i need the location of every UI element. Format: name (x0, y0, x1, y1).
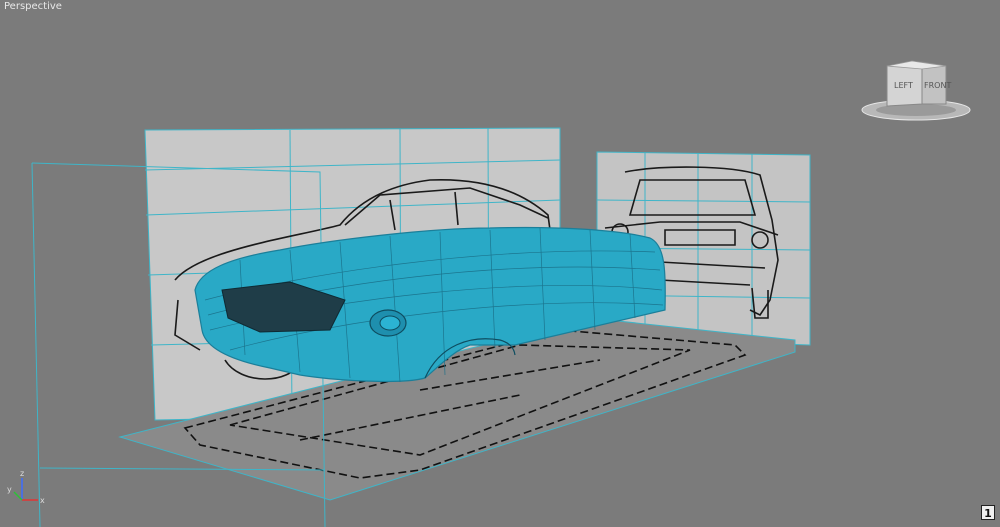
perspective-viewport[interactable]: Perspective LEFT FRONT z x y 1 (0, 0, 1000, 527)
viewcube-left-face[interactable]: LEFT (894, 81, 913, 90)
x-axis-label: x (40, 496, 45, 505)
headlight-lens (379, 315, 401, 331)
y-axis-line (13, 491, 23, 501)
viewport-layout-badge[interactable]: 1 (981, 505, 995, 520)
viewcube-front-face[interactable]: FRONT (924, 81, 951, 90)
scene-canvas[interactable] (0, 0, 1000, 527)
z-axis-label: z (20, 469, 24, 478)
axis-tripod: z x y (7, 469, 45, 505)
viewcube-icon[interactable]: LEFT FRONT (860, 60, 972, 124)
y-axis-label: y (7, 485, 12, 494)
viewport-label[interactable]: Perspective (4, 1, 62, 12)
viewcube[interactable]: LEFT FRONT (860, 60, 972, 124)
